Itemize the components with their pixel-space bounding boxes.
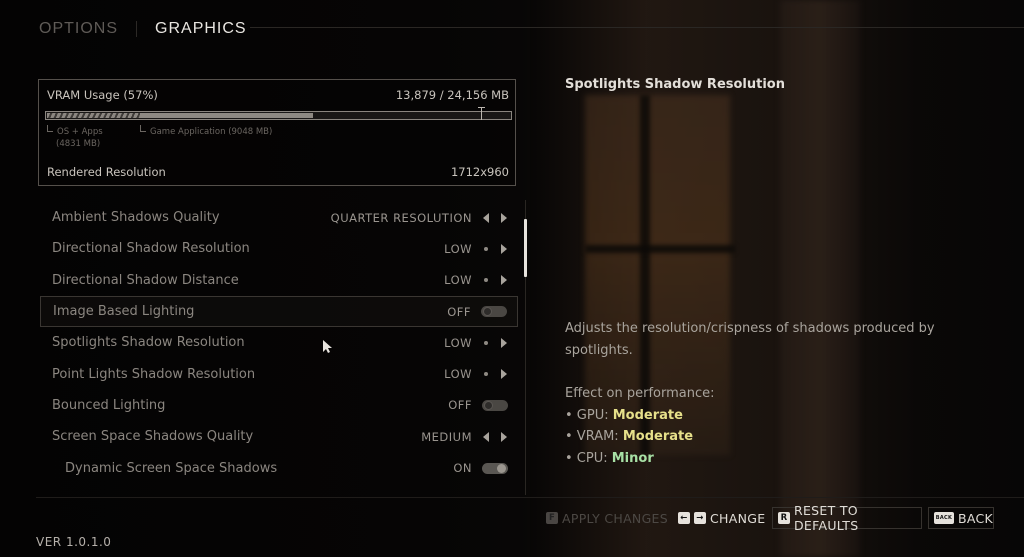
back-key-icon: BACK [934, 512, 954, 524]
description-text: Adjusts the resolution/crispness of shad… [565, 321, 935, 358]
min-value-dot-icon [481, 244, 491, 254]
min-value-dot-icon [481, 338, 491, 348]
vram-os-legend: OS + Apps (4831 MB) [47, 125, 103, 150]
setting-label: Spotlights Shadow Resolution [52, 335, 245, 351]
setting-row[interactable]: Image Based Lighting OFF [40, 295, 518, 328]
version-label: VER 1.0.1.0 [36, 535, 112, 549]
setting-value: LOW [444, 241, 472, 256]
legend-corner-icon [47, 125, 53, 132]
setting-label: Point Lights Shadow Resolution [52, 366, 256, 382]
perf-vram-label: • VRAM: [565, 429, 623, 445]
vram-bar-os-segment [47, 113, 140, 118]
apply-changes-button[interactable]: F APPLY CHANGES [546, 507, 668, 529]
arrow-left-key-icon: ← [678, 512, 690, 524]
reset-to-defaults-label: RESET TO DEFAULTS [794, 503, 859, 533]
performance-heading: Effect on performance: [565, 386, 715, 401]
setting-toggle[interactable] [482, 399, 508, 411]
vram-os-amount: (4831 MB) [56, 139, 101, 149]
arrow-right-key-icon: → [694, 512, 706, 524]
vram-usage-value: 13,879 / 24,156 MB [395, 88, 509, 102]
toggle-knob [484, 400, 493, 410]
change-label: CHANGE [710, 510, 766, 526]
arrow-right-icon[interactable] [499, 243, 509, 254]
arrow-left-icon[interactable] [481, 212, 491, 223]
arrow-right-icon[interactable] [499, 369, 509, 380]
back-label: BACK [958, 510, 994, 526]
setting-value: MEDIUM [421, 429, 472, 444]
setting-value: ON [453, 461, 472, 476]
tab-graphics[interactable]: GRAPHICS [155, 20, 247, 38]
setting-row[interactable]: Spotlights Shadow Resolution LOW [40, 327, 518, 358]
legend-corner-icon [140, 125, 146, 132]
vram-limit-marker [478, 107, 485, 120]
vram-os-label: OS + Apps [57, 127, 103, 137]
reset-to-defaults-button[interactable]: R RESET TO DEFAULTS [772, 503, 922, 533]
setting-row[interactable]: Bounced Lighting OFF [40, 390, 518, 421]
perf-gpu-label: • GPU: [565, 407, 613, 423]
rendered-resolution-label: Rendered Resolution [47, 165, 166, 179]
setting-row[interactable]: Directional Shadow Distance LOW [40, 265, 518, 296]
perf-vram: • VRAM: Moderate [565, 426, 715, 448]
tab-bar: OPTIONS GRAPHICS [39, 17, 247, 41]
tab-separator [136, 21, 138, 37]
setting-toggle[interactable] [482, 462, 508, 474]
arrow-right-icon[interactable] [499, 275, 509, 286]
setting-value: LOW [444, 273, 472, 288]
description-title: Spotlights Shadow Resolution [565, 77, 785, 92]
arrow-left-icon[interactable] [481, 431, 491, 442]
toggle-knob [497, 463, 506, 473]
vram-game-label: Game Application (9048 MB) [150, 127, 273, 137]
scrollbar-thumb[interactable] [524, 219, 527, 277]
arrow-right-icon[interactable] [499, 431, 509, 442]
setting-label: Dynamic Screen Space Shadows [65, 460, 278, 476]
setting-toggle[interactable] [481, 306, 507, 318]
setting-label: Bounced Lighting [52, 397, 166, 413]
back-button[interactable]: BACK BACK [928, 507, 994, 529]
setting-value: QUARTER RESOLUTION [330, 210, 472, 225]
setting-label: Screen Space Shadows Quality [52, 429, 254, 445]
key-f-icon: F [546, 512, 558, 524]
min-value-dot-icon [481, 275, 491, 285]
key-r-icon: R [778, 512, 790, 524]
setting-value: LOW [444, 367, 472, 382]
tab-options[interactable]: OPTIONS [39, 20, 118, 38]
arrow-right-icon[interactable] [499, 212, 509, 223]
vram-bar [45, 107, 512, 120]
setting-label: Image Based Lighting [53, 304, 195, 320]
perf-cpu-label: • CPU: [565, 451, 612, 467]
performance-impact: Effect on performance: • GPU: Moderate •… [565, 383, 715, 470]
setting-label: Directional Shadow Resolution [52, 241, 250, 257]
setting-row[interactable]: Directional Shadow Resolution LOW [40, 233, 518, 264]
setting-row[interactable]: Dynamic Screen Space Shadows ON [40, 452, 518, 483]
setting-value: OFF [447, 304, 471, 319]
arrow-right-icon[interactable] [499, 337, 509, 348]
perf-cpu: • CPU: Minor [565, 448, 715, 470]
vram-bar-game-segment [140, 113, 313, 118]
vram-usage-panel: VRAM Usage (57%) 13,879 / 24,156 MB OS +… [38, 79, 516, 186]
apply-changes-label: APPLY CHANGES [562, 510, 668, 526]
settings-list: Ambient Shadows Quality QUARTER RESOLUTIO… [40, 202, 518, 484]
toggle-knob [483, 307, 492, 317]
header-divider [250, 27, 1024, 28]
setting-value: OFF [448, 398, 472, 413]
setting-value: LOW [444, 335, 472, 350]
perf-gpu-level: Moderate [612, 407, 683, 423]
vram-game-legend: Game Application (9048 MB) [140, 125, 272, 138]
vram-title: VRAM Usage (57%) [47, 88, 158, 102]
perf-vram-level: Moderate [622, 429, 694, 445]
setting-row[interactable]: Screen Space Shadows Quality MEDIUM [40, 421, 518, 452]
min-value-dot-icon [481, 369, 491, 379]
setting-row[interactable]: Point Lights Shadow Resolution LOW [40, 358, 518, 389]
perf-cpu-level: Minor [611, 451, 654, 467]
footer-divider [36, 497, 1024, 498]
rendered-resolution-value: 1712x960 [450, 165, 509, 179]
setting-label: Ambient Shadows Quality [52, 210, 220, 226]
setting-row[interactable]: Ambient Shadows Quality QUARTER RESOLUTIO… [40, 202, 518, 233]
change-hint: ← → CHANGE [678, 507, 765, 529]
perf-gpu: • GPU: Moderate [565, 405, 715, 427]
setting-label: Directional Shadow Distance [52, 272, 239, 288]
